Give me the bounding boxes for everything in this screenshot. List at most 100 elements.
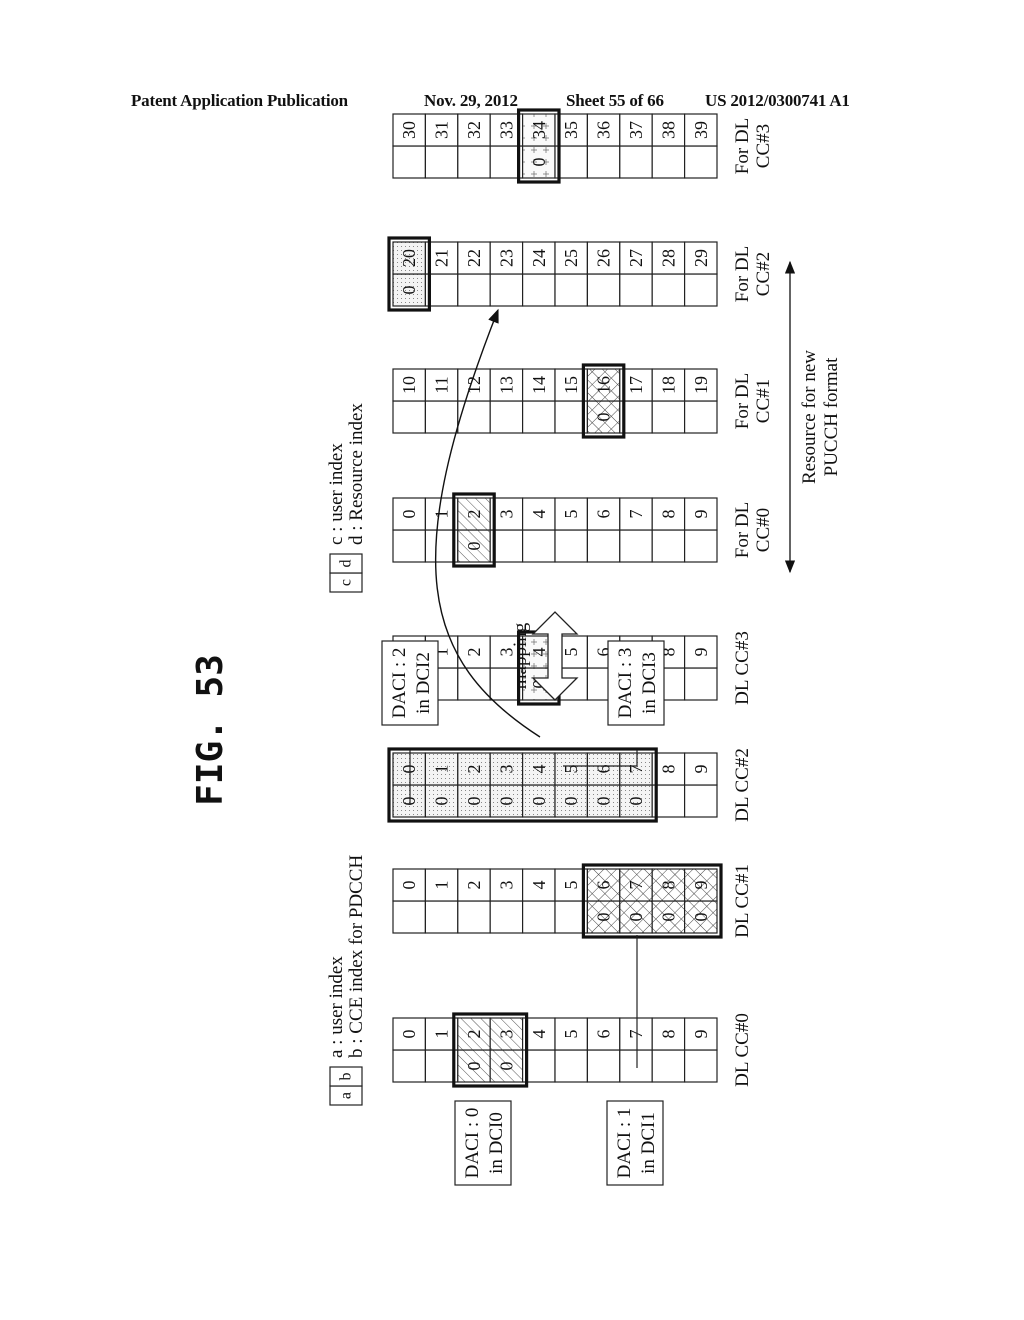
user-cell bbox=[554, 1049, 589, 1083]
user-index-text: 0 bbox=[529, 158, 549, 167]
daci-box-1: DACI : 1 in DCI1 bbox=[606, 1100, 664, 1186]
legend-line-a: a : user index bbox=[326, 956, 347, 1058]
user-cell bbox=[392, 1049, 427, 1083]
cell-index-text: 33 bbox=[496, 121, 516, 139]
daci-box-3: DACI : 3 in DCI3 bbox=[607, 640, 665, 726]
user-cell bbox=[683, 784, 718, 818]
cell-index-text: 27 bbox=[626, 249, 646, 267]
user-cell bbox=[424, 145, 459, 179]
cell-index-text: 6 bbox=[594, 510, 614, 519]
user-cell bbox=[651, 145, 686, 179]
cell-index-text: 13 bbox=[496, 376, 516, 394]
cell-index-text: 5 bbox=[561, 881, 581, 890]
user-cell bbox=[457, 900, 491, 934]
user-cell bbox=[457, 273, 491, 307]
dl-cc3-label: DL CC#3 bbox=[732, 631, 753, 705]
cell-index-text: 10 bbox=[399, 376, 419, 394]
cell-index-text: 28 bbox=[658, 249, 678, 267]
user-cell bbox=[392, 529, 427, 563]
cell-index-text: 1 bbox=[432, 510, 452, 519]
daci-box-0: DACI : 0 in DCI0 bbox=[454, 1100, 512, 1186]
user-cell bbox=[586, 529, 621, 563]
cell-index-text: 2 bbox=[464, 765, 484, 774]
dl-cc1-label: DL CC#1 bbox=[732, 864, 753, 938]
cell-index-text: 16 bbox=[594, 376, 614, 394]
legend-key-a-text: a bbox=[338, 1092, 355, 1099]
user-cell bbox=[683, 1049, 718, 1083]
cell-index-text: 24 bbox=[529, 249, 549, 267]
cell-index-text: 17 bbox=[626, 376, 646, 394]
cell-index-text: 0 bbox=[399, 765, 419, 774]
pucch-grid-cc0: 0 1 0 2 3 4 5 6 7 8 9 For DL CC#0 bbox=[392, 492, 774, 568]
cell-index-text: 9 bbox=[691, 648, 711, 657]
cell-index-text: 1 bbox=[432, 881, 452, 890]
cell-index-text: 3 bbox=[496, 510, 516, 519]
user-cell bbox=[683, 400, 718, 434]
user-index-text: 0 bbox=[626, 797, 646, 806]
daci-3-line2: in DCI3 bbox=[639, 652, 660, 714]
user-index-text: 0 bbox=[464, 1062, 484, 1071]
user-cell bbox=[683, 145, 718, 179]
user-cell bbox=[489, 273, 524, 307]
user-index-text: 0 bbox=[691, 913, 711, 922]
user-cell bbox=[683, 667, 718, 701]
cell-index-text: 2 bbox=[464, 1030, 484, 1039]
cell-index-text: 38 bbox=[658, 121, 678, 139]
cell-index-text: 19 bbox=[691, 376, 711, 394]
user-cell bbox=[457, 145, 491, 179]
pucch-cc0-label: CC#0 bbox=[753, 508, 774, 552]
dl-grid-cc2: 0001020304050607 8 9 DL CC#2 bbox=[387, 747, 753, 823]
user-cell bbox=[424, 900, 459, 934]
cell-index-text: 37 bbox=[626, 121, 646, 139]
cell-index-text: 5 bbox=[561, 648, 581, 657]
user-cell bbox=[489, 400, 524, 434]
user-cell bbox=[651, 1049, 686, 1083]
cell-index-text: 21 bbox=[432, 249, 452, 267]
daci-2-line1: DACI : 2 bbox=[389, 648, 410, 719]
cell-index-text: 3 bbox=[496, 1030, 516, 1039]
daci-1-line2: in DCI1 bbox=[638, 1112, 659, 1174]
user-cell bbox=[683, 273, 718, 307]
cell-index-text: 6 bbox=[594, 881, 614, 890]
user-cell bbox=[392, 145, 427, 179]
cell-index-text: 14 bbox=[529, 376, 549, 394]
cell-index-text: 23 bbox=[496, 249, 516, 267]
pucch-cc1-label: For DL bbox=[732, 373, 753, 429]
cell-index-text: 3 bbox=[496, 881, 516, 890]
cell-index-text: 31 bbox=[432, 121, 452, 139]
user-cell bbox=[651, 400, 686, 434]
cell-index-text: 2 bbox=[464, 648, 484, 657]
daci-3-line1: DACI : 3 bbox=[615, 648, 636, 719]
cell-index-text: 22 bbox=[464, 249, 484, 267]
user-cell bbox=[521, 900, 556, 934]
cell-index-text: 2 bbox=[464, 881, 484, 890]
cell-index-text: 39 bbox=[691, 121, 711, 139]
legend-pdcch: a b a : user index b : CCE index for PDC… bbox=[326, 855, 367, 1106]
cell-index-text: 4 bbox=[529, 1030, 549, 1039]
cell-index-text: 3 bbox=[496, 765, 516, 774]
pucch-grid-cc2: 0 20 21 22 23 24 25 26 27 28 29 For DL CC#2 bbox=[387, 236, 774, 312]
cell-index-text: 0 bbox=[399, 881, 419, 890]
user-cell bbox=[392, 400, 427, 434]
user-cell bbox=[619, 273, 653, 307]
pucch-grid-cc1: 10 11 12 13 14 15 0 16 17 18 19 For DL CC#1 bbox=[392, 363, 774, 439]
dl-grid-cc3: 01230456789DL CC#3 bbox=[392, 630, 753, 706]
cell-index-text: 9 bbox=[691, 765, 711, 774]
cell-index-text: 18 bbox=[658, 376, 678, 394]
cell-index-text: 8 bbox=[658, 765, 678, 774]
pucch-grid-cc3: 30 31 32 33 0 34 35 36 37 38 39 For DL CC#3 bbox=[392, 108, 774, 184]
user-cell bbox=[586, 273, 621, 307]
cell-index-text: 0 bbox=[399, 1030, 419, 1039]
user-cell bbox=[586, 145, 621, 179]
daci-2-line2: in DCI2 bbox=[413, 652, 434, 714]
user-cell bbox=[457, 400, 491, 434]
cell-index-text: 5 bbox=[561, 1030, 581, 1039]
cell-index-text: 8 bbox=[658, 510, 678, 519]
cell-index-text: 26 bbox=[594, 249, 614, 267]
cell-index-text: 30 bbox=[399, 121, 419, 139]
user-index-text: 0 bbox=[594, 413, 614, 422]
user-cell bbox=[586, 1049, 621, 1083]
cell-index-text: 25 bbox=[561, 249, 581, 267]
cell-index-text: 12 bbox=[464, 376, 484, 394]
user-cell bbox=[521, 400, 556, 434]
